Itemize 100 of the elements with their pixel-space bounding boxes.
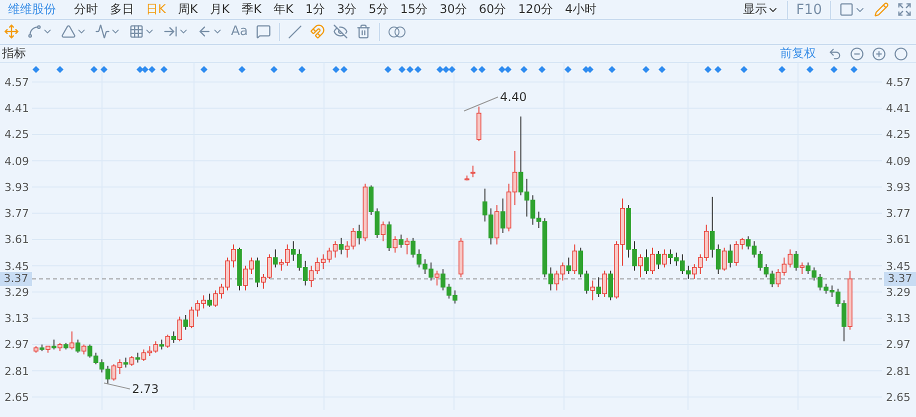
event-marker-icon[interactable]: [806, 66, 814, 74]
period-tab[interactable]: 60分: [472, 1, 512, 18]
leader-line: [104, 382, 130, 390]
period-tab[interactable]: 5分: [362, 1, 394, 18]
period-tab[interactable]: 30分: [434, 1, 473, 18]
period-tab[interactable]: 15分: [394, 1, 434, 18]
y-axis-label: 4.09: [4, 154, 30, 168]
event-marker-icon[interactable]: [100, 66, 108, 74]
event-marker-icon[interactable]: [90, 66, 98, 74]
event-marker-icon[interactable]: [850, 66, 858, 74]
candlestick: [794, 250, 799, 272]
event-marker-icon[interactable]: [470, 66, 478, 74]
y-axis-label: 2.97: [885, 338, 910, 352]
y-axis-label: 2.81: [885, 364, 910, 378]
period-tab[interactable]: 3分: [331, 1, 363, 18]
y-axis-label: 3.77: [4, 207, 30, 220]
event-marker-icon[interactable]: [332, 66, 340, 74]
price-annotation: 4.40: [500, 90, 527, 104]
y-axis-label: 4.57: [4, 76, 30, 89]
line-icon: [27, 24, 42, 40]
event-marker-icon[interactable]: [406, 66, 414, 74]
period-tab[interactable]: 年K: [268, 1, 300, 18]
event-marker-icon[interactable]: [478, 66, 486, 74]
event-marker-icon[interactable]: [564, 66, 572, 74]
event-marker-icon[interactable]: [160, 66, 168, 74]
candlestick: [470, 165, 476, 178]
y-axis-label: 3.93: [4, 180, 30, 194]
candlestick: [404, 238, 410, 256]
y-axis-label: 3.45: [885, 260, 910, 272]
period-tab[interactable]: 季K: [236, 1, 268, 18]
y-axis-label: 3.45: [4, 260, 30, 272]
y-axis-label: 4.41: [885, 102, 910, 115]
candlestick: [123, 357, 128, 368]
y-axis-label: 2.81: [4, 364, 30, 378]
period-tab[interactable]: 多日: [104, 1, 140, 18]
candlestick: [644, 249, 649, 275]
candlestick: [572, 244, 578, 275]
y-axis-label: 4.09: [885, 154, 910, 168]
event-marker-icon[interactable]: [586, 66, 594, 74]
event-marker-icon[interactable]: [442, 66, 450, 74]
event-marker-icon[interactable]: [520, 66, 528, 74]
event-marker-icon[interactable]: [778, 66, 786, 74]
event-marker-icon[interactable]: [270, 66, 278, 74]
candlestick: [590, 280, 596, 301]
y-axis-label: 3.61: [885, 233, 910, 246]
event-marker-icon[interactable]: [740, 66, 748, 74]
arrow-to-line-icon: [163, 24, 178, 40]
period-tab[interactable]: 4小时: [559, 1, 603, 18]
period-tab[interactable]: 月K: [204, 1, 236, 18]
event-marker-icon[interactable]: [136, 66, 144, 74]
event-marker-icon[interactable]: [658, 66, 666, 74]
event-marker-icon[interactable]: [714, 66, 722, 74]
candlestick: [392, 236, 398, 254]
event-marker-icon[interactable]: [56, 66, 64, 74]
period-tab[interactable]: 1分: [299, 1, 332, 18]
candlestick: [500, 198, 506, 234]
event-marker-icon[interactable]: [504, 66, 512, 74]
event-marker-icon[interactable]: [608, 66, 616, 74]
candlestick: [602, 270, 608, 298]
candlestick: [722, 247, 727, 272]
event-marker-icon[interactable]: [704, 66, 712, 74]
candlestick: [75, 339, 80, 354]
current-price-label: 3.37: [0, 272, 32, 286]
event-marker-icon[interactable]: [436, 66, 444, 74]
event-marker-icon[interactable]: [498, 66, 506, 74]
event-marker-icon[interactable]: [148, 66, 156, 74]
display-dropdown[interactable]: 显示: [739, 1, 784, 18]
period-tab[interactable]: 分时: [68, 1, 104, 18]
event-marker-icon[interactable]: [238, 66, 246, 74]
event-marker-icon[interactable]: [200, 66, 208, 74]
candlestick: [183, 314, 188, 331]
y-axis-label: 4.25: [4, 128, 30, 142]
candlestick: [800, 262, 805, 275]
indicator-label: 指标: [2, 45, 26, 62]
candlestick: [159, 339, 164, 350]
y-axis-label: 3.29: [4, 286, 30, 299]
candlestick: [434, 270, 440, 286]
candlestick: [356, 224, 362, 246]
event-marker-icon[interactable]: [830, 66, 838, 74]
event-marker-icon[interactable]: [32, 66, 40, 74]
square-icon: [839, 2, 854, 18]
y-axis-label: 3.93: [885, 180, 910, 194]
grid-icon: [129, 24, 144, 40]
y-axis-label: 4.41: [4, 102, 30, 115]
period-tab[interactable]: 120分: [512, 1, 560, 18]
candlestick: [650, 247, 655, 275]
event-marker-icon[interactable]: [414, 66, 422, 74]
candlestick: [338, 238, 344, 256]
event-marker-icon[interactable]: [448, 66, 456, 74]
candlestick: [638, 254, 643, 278]
event-marker-icon[interactable]: [141, 66, 149, 74]
event-marker-icon[interactable]: [538, 66, 546, 74]
event-marker-icon[interactable]: [340, 66, 348, 74]
candlestick: [728, 244, 733, 268]
event-marker-icon[interactable]: [298, 66, 306, 74]
candlestick: [177, 316, 182, 342]
period-tab[interactable]: 周K: [172, 1, 204, 18]
event-marker-icon[interactable]: [642, 66, 650, 74]
event-marker-icon[interactable]: [398, 66, 406, 74]
event-marker-icon[interactable]: [384, 66, 392, 74]
